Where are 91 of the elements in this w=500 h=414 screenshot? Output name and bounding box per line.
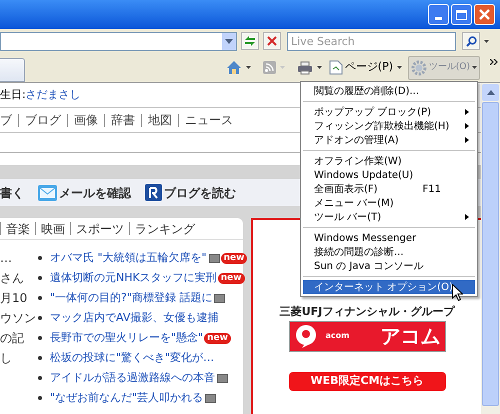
menu-item[interactable]: Windows Update(U) — [303, 168, 475, 182]
close-icon — [479, 9, 490, 20]
nav-link[interactable]: ブログ — [25, 111, 61, 129]
gear-icon — [411, 60, 427, 76]
menu-item[interactable]: Sun の Java コンソール — [303, 259, 475, 273]
bullet-icon — [38, 256, 42, 260]
nav-link[interactable]: 地図 — [148, 111, 172, 129]
menu-item[interactable]: 接続の問題の診断... — [303, 245, 475, 259]
caret-icon[interactable] — [484, 40, 489, 42]
ad-banner[interactable]: acom アコム — [288, 320, 446, 352]
brand-name: アコム — [380, 323, 440, 350]
nav-link[interactable]: ニュース — [185, 111, 233, 129]
browser-tab[interactable] — [0, 58, 25, 82]
minimize-button[interactable] — [428, 4, 449, 25]
menu-item[interactable]: フィッシング詐欺検出機能(H) — [303, 119, 475, 133]
caret-icon[interactable] — [316, 66, 322, 69]
menu-item[interactable]: ツール バー(T) — [303, 210, 475, 224]
text-fragment: ウソン — [0, 310, 36, 327]
scrollbar[interactable] — [481, 83, 500, 414]
quick-link[interactable]: メールを確認 — [38, 184, 131, 202]
bullet-icon — [38, 296, 42, 300]
news-link[interactable]: マック店内でAV撮影、女優も逮捕 — [50, 308, 218, 328]
stop-button[interactable] — [263, 32, 281, 50]
nav-link[interactable]: 辞書 — [111, 111, 135, 129]
close-button[interactable] — [474, 4, 495, 25]
bullet-icon — [38, 396, 42, 400]
caret-icon — [225, 38, 233, 44]
reader-icon — [145, 184, 162, 201]
menu-item[interactable]: Windows Messenger — [303, 231, 475, 245]
menu-item[interactable]: インターネット オプション(O) — [303, 280, 475, 294]
new-badge: new — [220, 252, 248, 264]
quick-link[interactable]: ブログを読む — [145, 184, 236, 202]
ad-button[interactable]: WEB限定CMはこちら — [288, 372, 446, 390]
search-button[interactable] — [462, 32, 480, 50]
chevron-icon[interactable] — [490, 59, 498, 65]
category-link[interactable]: 音楽 — [6, 220, 30, 238]
category-link[interactable]: ランキング — [135, 220, 195, 238]
news-link[interactable]: 松坂の投球に"驚くべき"変化が… — [50, 348, 214, 368]
printer-icon[interactable] — [296, 60, 313, 74]
news-link[interactable]: アイドルが語る過激路線への本音 — [50, 368, 215, 388]
maximize-button[interactable] — [451, 4, 472, 25]
logo-caption: acom — [326, 330, 350, 342]
menu-item[interactable]: ポップアップ ブロック(P) — [303, 105, 475, 119]
scroll-thumb[interactable] — [482, 102, 499, 406]
envelope-icon — [38, 184, 57, 200]
stop-icon — [267, 36, 277, 46]
category-link[interactable]: スポーツ — [76, 220, 124, 238]
text-fragment: し — [0, 350, 12, 367]
menu-item[interactable]: 全画面表示(F) F11 — [303, 182, 475, 196]
dropdown-button[interactable] — [222, 32, 236, 50]
menu-item[interactable]: 閲覧の履歴の削除(D)... — [303, 84, 475, 98]
text-fragment: さん — [0, 270, 24, 287]
menu-item[interactable]: メニュー バー(M) — [303, 196, 475, 210]
birthday-label: 生日: — [0, 86, 26, 103]
news-link[interactable]: 長野市での聖火リレーを"懸念" — [50, 328, 204, 348]
nav-link[interactable]: ブ — [0, 111, 12, 129]
search-field[interactable]: Live Search — [287, 32, 456, 50]
new-badge: new — [218, 272, 245, 284]
new-badge: new — [204, 332, 231, 344]
category-link[interactable]: 映画 — [41, 220, 65, 238]
address-field[interactable] — [0, 32, 237, 50]
text-fragment: 月10 — [0, 290, 28, 307]
menu-item[interactable]: オフライン作業(W) — [303, 154, 475, 168]
caret-icon — [472, 66, 477, 69]
news-link[interactable]: "なぜお前なんだ"芸人叩かれる — [50, 388, 204, 408]
news-link[interactable]: "一体何の目的?"商標登録 話題に — [50, 288, 212, 308]
news-link[interactable]: オバマ氏 "大統領は五輪欠席を" — [50, 248, 207, 268]
refresh-button[interactable] — [241, 32, 259, 50]
search-icon — [466, 36, 476, 46]
text-fragment: … — [0, 250, 12, 267]
birthday-link[interactable]: さだまさし — [26, 86, 81, 104]
bullet-icon — [38, 336, 42, 340]
ad-caption: 三菱UFJフィナンシャル・グループ — [280, 304, 454, 320]
news-link[interactable]: 遺体切断の元NHKスタッフに実刑 — [50, 268, 217, 288]
nav-link[interactable]: 画像 — [74, 111, 98, 129]
caret-icon — [280, 66, 285, 69]
caret-icon[interactable] — [397, 66, 402, 69]
scroll-up-button[interactable] — [482, 84, 499, 101]
page-icon — [328, 60, 343, 75]
bullet-icon — [38, 356, 42, 360]
bullet-icon — [38, 316, 42, 320]
refresh-icon — [244, 35, 256, 47]
page-button[interactable]: ページ(P) — [328, 56, 393, 78]
feed-icon[interactable] — [262, 61, 276, 74]
menu-item[interactable]: アドオンの管理(A) — [303, 133, 475, 147]
text-fragment: の記 — [0, 330, 24, 347]
bullet-icon — [38, 376, 42, 380]
caret-icon[interactable] — [246, 66, 251, 69]
caret-icon — [486, 90, 494, 95]
quick-link[interactable]: 書く — [0, 184, 24, 202]
bullet-icon — [38, 276, 42, 280]
